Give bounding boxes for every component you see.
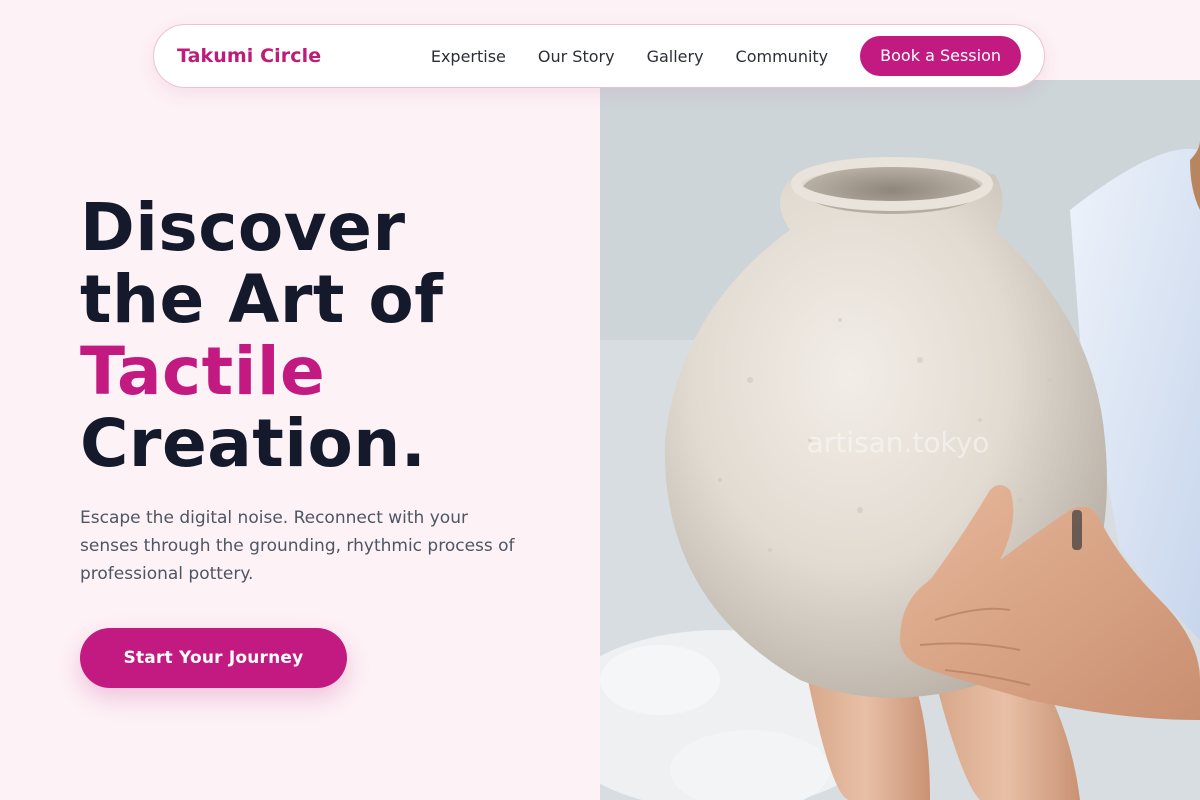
image-watermark: artisan.tokyo xyxy=(807,426,990,459)
nav-link-gallery[interactable]: Gallery xyxy=(647,47,704,66)
landing-page: artisan.tokyo Takumi Circle Expertise Ou… xyxy=(0,0,1200,800)
hero-pottery-image: artisan.tokyo xyxy=(600,80,1200,800)
brand-logo[interactable]: Takumi Circle xyxy=(177,45,321,67)
hero-subtext: Escape the digital noise. Reconnect with… xyxy=(80,508,515,584)
nav-links: Expertise Our Story Gallery Community Bo… xyxy=(431,36,1021,76)
headline-accent: Tactile xyxy=(80,333,326,410)
start-journey-button[interactable]: Start Your Journey xyxy=(80,628,347,688)
hero-headline: Discover the Art of Tactile Creation. xyxy=(80,192,444,480)
nav-link-expertise[interactable]: Expertise xyxy=(431,47,506,66)
nav-link-our-story[interactable]: Our Story xyxy=(538,47,615,66)
headline-line-2: the Art of xyxy=(80,261,444,338)
headline-line-1: Discover xyxy=(80,189,406,266)
top-navigation: Takumi Circle Expertise Our Story Galler… xyxy=(153,24,1045,88)
nav-link-community[interactable]: Community xyxy=(736,47,829,66)
headline-line-4: Creation. xyxy=(80,405,427,482)
book-session-button[interactable]: Book a Session xyxy=(860,36,1021,76)
